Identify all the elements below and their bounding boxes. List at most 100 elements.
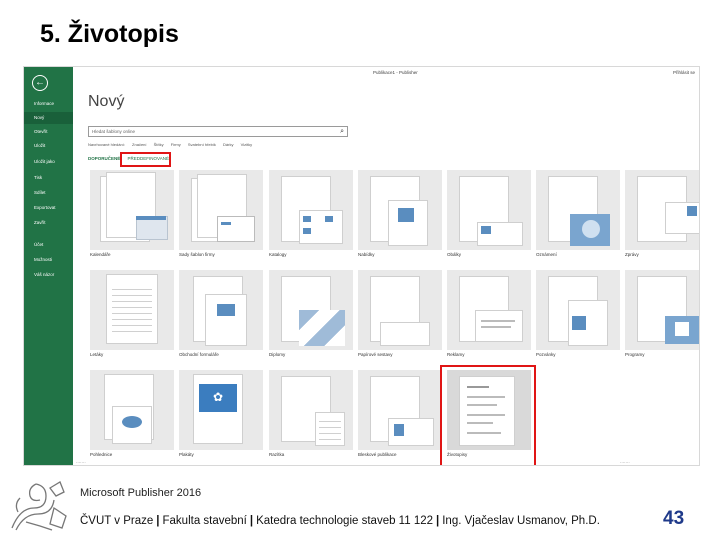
template-label: Zprávy xyxy=(625,252,639,257)
footer-author: Ing. Vjačeslav Usmanov, Ph.D. xyxy=(442,515,600,527)
template-thumbnail xyxy=(358,170,442,250)
template-tile-announcements[interactable]: Oznámení xyxy=(536,170,620,262)
template-label: Obálky xyxy=(447,252,462,257)
backstage-sidebar: ← Informace Nový Otevřít Uložit Uložit j… xyxy=(24,67,73,465)
sidebar-item-close[interactable]: Zavřít xyxy=(24,217,73,229)
tab-highlight-box xyxy=(120,152,171,167)
search-icon[interactable]: ⌕ xyxy=(340,127,344,136)
template-thumbnail xyxy=(269,170,353,250)
sidebar-item-new[interactable]: Nový xyxy=(24,112,73,124)
template-tile-paper-sets[interactable]: Diplomy xyxy=(269,270,353,362)
suggested-link[interactable]: Dárky xyxy=(223,142,233,147)
template-tile-labels[interactable]: Razítka xyxy=(269,370,353,462)
page-number: 43 xyxy=(663,508,685,529)
template-label: Plakáty xyxy=(179,452,194,457)
template-thumbnail xyxy=(269,370,353,450)
template-label: Pohlednice xyxy=(90,452,113,457)
suggested-label: Navrhované hledání: xyxy=(88,142,125,147)
document-title: Publikace1 - Publisher xyxy=(373,70,418,75)
template-tile-calendars[interactable]: Kalendáře xyxy=(90,170,174,262)
slide-caption: Microsoft Publisher 2016 xyxy=(80,487,202,499)
template-thumbnail xyxy=(358,370,442,450)
slide-title: 5. Životopis xyxy=(40,20,179,48)
back-arrow-icon[interactable]: ← xyxy=(32,75,48,91)
footer-faculty: Fakulta stavební xyxy=(162,515,247,527)
footer-separator: | xyxy=(156,515,160,527)
template-label: Letáky xyxy=(90,352,104,357)
sidebar-item-info[interactable]: Informace xyxy=(24,98,73,110)
template-thumbnail xyxy=(536,270,620,350)
slide-footer: ČVUT v Praze | Fakulta stavební | Katedra te… xyxy=(80,515,600,527)
template-thumbnail xyxy=(625,270,699,350)
sidebar-item-export[interactable]: Exportovat xyxy=(24,202,73,214)
footer-department: Katedra technologie staveb 11 122 xyxy=(256,515,434,527)
sidebar-item-save[interactable]: Uložit xyxy=(24,140,73,152)
sidebar-item-share[interactable]: Sdílet xyxy=(24,187,73,199)
template-label: Pozvánky xyxy=(536,352,556,357)
template-label: Papírové sestavy xyxy=(358,352,393,357)
template-label: Razítka xyxy=(269,452,285,457)
suggested-link[interactable]: Vizitky xyxy=(241,142,252,147)
template-tile-postcards[interactable]: Programy xyxy=(625,270,699,362)
template-label: Sady šablon firmy xyxy=(179,252,215,257)
publisher-screenshot: ← Informace Nový Otevřít Uložit Uložit j… xyxy=(23,66,700,466)
page-title: Nový xyxy=(88,93,125,110)
suggested-searches: Navrhované hledání: Značení Štítky Firmy… xyxy=(88,142,258,147)
template-thumbnail xyxy=(447,270,531,350)
template-tile-business-sets[interactable]: Sady šablon firmy xyxy=(179,170,263,262)
template-tile-envelopes[interactable]: Obálky xyxy=(447,170,531,262)
template-label: Reklamy xyxy=(447,352,465,357)
template-tile-quick-publications[interactable]: ✿ Plakáty xyxy=(179,370,263,462)
template-tile-offers[interactable]: Nabídky xyxy=(358,170,442,262)
template-thumbnail xyxy=(179,170,263,250)
template-label: Nabídky xyxy=(358,252,375,257)
sidebar-item-feedback[interactable]: Váš názor xyxy=(24,269,73,281)
sidebar-item-options[interactable]: Možnosti xyxy=(24,254,73,266)
suggested-link[interactable]: Svatební hřebík xyxy=(188,142,216,147)
sidebar-item-print[interactable]: Tisk xyxy=(24,172,73,184)
template-label: Obchodní formuláře xyxy=(179,352,219,357)
sidebar-item-account[interactable]: Účet xyxy=(24,239,73,251)
window-titlebar: Publikace1 - Publisher Přihlásit se xyxy=(73,67,699,79)
suggested-link[interactable]: Firmy xyxy=(171,142,181,147)
template-tile-business-forms[interactable]: Letáky xyxy=(90,270,174,362)
template-thumbnail xyxy=(358,270,442,350)
template-tile-invitations[interactable]: Reklamy xyxy=(447,270,531,362)
suggested-link[interactable]: Značení xyxy=(132,142,146,147)
search-placeholder: Hledat šablony online xyxy=(92,129,136,134)
template-thumbnail xyxy=(90,170,174,250)
faculty-logo xyxy=(11,481,67,531)
template-thumbnail xyxy=(536,170,620,250)
template-tile-newsletters[interactable]: Bleskové publikace xyxy=(358,370,442,462)
template-tile-certificates[interactable]: Obchodní formuláře xyxy=(179,270,263,362)
template-tile-catalogs[interactable]: Katalogy xyxy=(269,170,353,262)
template-label: Kalendáře xyxy=(90,252,111,257)
template-thumbnail xyxy=(625,170,699,250)
template-thumbnail xyxy=(90,270,174,350)
suggested-link[interactable]: Štítky xyxy=(154,142,164,147)
search-input[interactable]: Hledat šablony online ⌕ xyxy=(88,126,348,137)
sidebar-item-save-as[interactable]: Uložit jako xyxy=(24,156,73,168)
template-label: Diplomy xyxy=(269,352,286,357)
sign-in-link[interactable]: Přihlásit se xyxy=(673,70,695,75)
template-tile-flyers[interactable]: Papírové sestavy xyxy=(358,270,442,362)
crop-mark: ....... xyxy=(620,459,630,465)
template-tile-greeting-cards[interactable]: Zprávy xyxy=(625,170,699,262)
selected-template-highlight xyxy=(440,365,536,465)
template-thumbnail xyxy=(269,270,353,350)
footer-university: ČVUT v Praze xyxy=(80,515,154,527)
crop-mark: ....... xyxy=(76,459,86,465)
template-thumbnail xyxy=(447,170,531,250)
template-label: Bleskové publikace xyxy=(358,452,397,457)
sidebar-item-open[interactable]: Otevřít xyxy=(24,126,73,138)
template-label: Katalogy xyxy=(269,252,287,257)
template-tile-ads[interactable]: Pohlednice xyxy=(90,370,174,462)
template-thumbnail: ✿ xyxy=(179,370,263,450)
template-tile-programs[interactable]: Pozvánky xyxy=(536,270,620,362)
template-label: Programy xyxy=(625,352,645,357)
footer-separator: | xyxy=(436,515,440,527)
template-thumbnail xyxy=(179,270,263,350)
template-thumbnail xyxy=(90,370,174,450)
tab-featured[interactable]: DOPORUČENÉ xyxy=(88,156,120,161)
template-label: Oznámení xyxy=(536,252,557,257)
